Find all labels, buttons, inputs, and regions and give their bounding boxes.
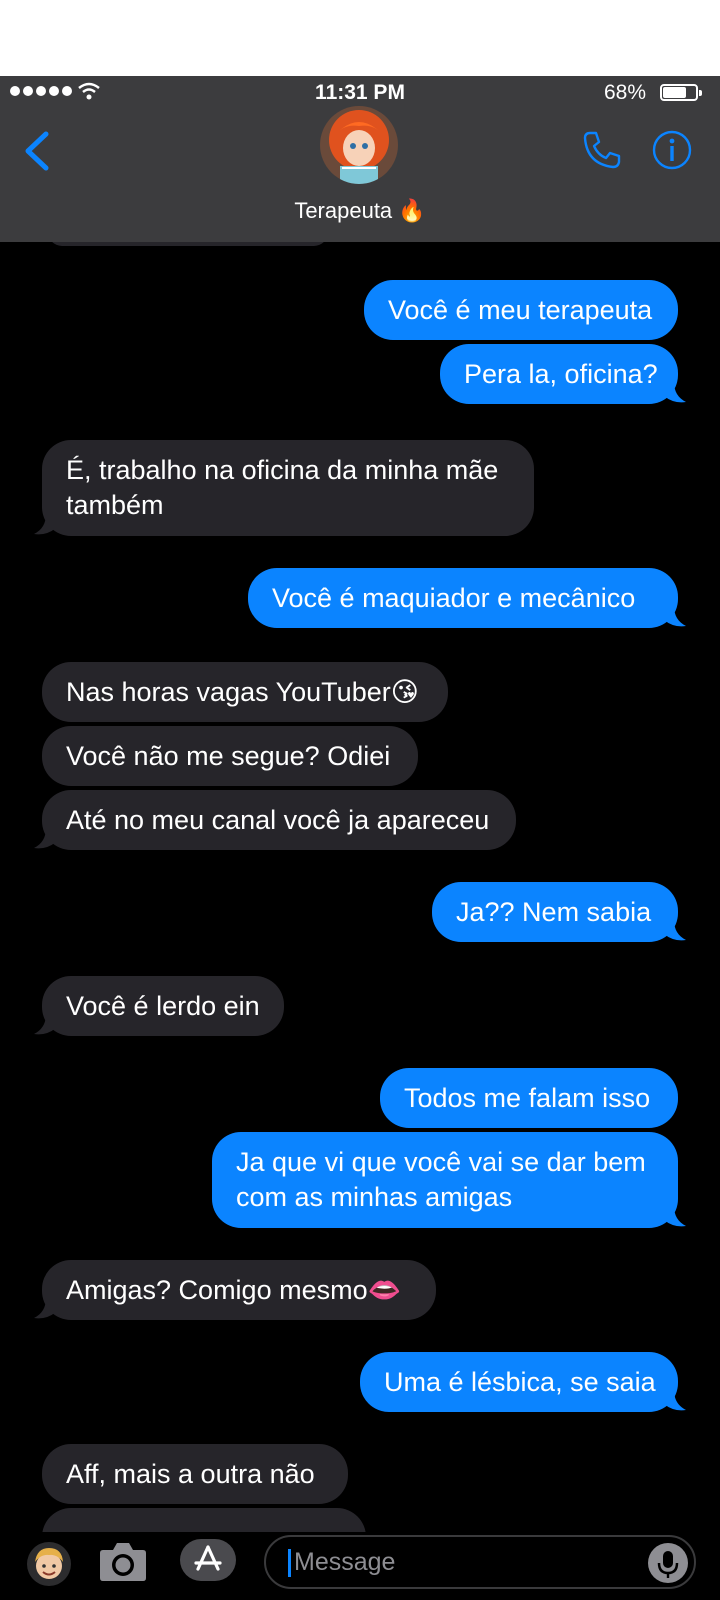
bubble-tail	[34, 1298, 56, 1319]
message-placeholder: Message	[294, 1548, 396, 1576]
message-received[interactable]: Você não me segue? Odiei	[42, 726, 418, 786]
bubble-tail	[664, 382, 686, 403]
message-sent[interactable]: Ja que vi que você vai se dar bem com as…	[212, 1132, 678, 1228]
contact-name[interactable]: Terapeuta 🔥	[0, 198, 720, 224]
message-sent[interactable]: Você é maquiador e mecânico	[248, 568, 678, 628]
clipped-message-bubble	[42, 1508, 366, 1532]
info-icon[interactable]	[652, 130, 692, 170]
battery-icon	[660, 84, 702, 101]
message-sent[interactable]: Uma é lésbica, se saia	[360, 1352, 678, 1412]
camera-icon[interactable]	[99, 1540, 147, 1582]
message-received[interactable]: É, trabalho na oficina da minha mãe tamb…	[42, 440, 534, 536]
message-received[interactable]: Aff, mais a outra não	[42, 1444, 348, 1504]
app-store-icon[interactable]	[180, 1539, 236, 1581]
bubble-tail	[34, 1014, 56, 1035]
message-sent[interactable]: Pera la, oficina?	[440, 344, 678, 404]
clipped-message-bubble	[48, 242, 328, 246]
bubble-tail	[34, 828, 56, 849]
message-sent[interactable]: Ja?? Nem sabia	[432, 882, 678, 942]
message-input[interactable]: Message	[264, 1535, 696, 1589]
bubble-tail	[664, 606, 686, 627]
back-chevron-icon[interactable]	[22, 130, 50, 172]
phone-call-icon[interactable]	[582, 130, 622, 170]
conversation-header: 11:31 PM 68% Terapeuta 🔥	[0, 76, 720, 242]
status-bar: 11:31 PM 68%	[0, 76, 720, 110]
contact-avatar[interactable]	[320, 106, 398, 184]
microphone-button[interactable]	[648, 1543, 688, 1583]
bubble-tail	[664, 1390, 686, 1411]
battery-percentage: 68%	[603, 81, 646, 104]
microphone-icon	[657, 1551, 679, 1578]
message-received[interactable]: Nas horas vagas YouTuber😘	[42, 662, 448, 722]
composer-bar: Message	[0, 1532, 720, 1600]
bubble-tail	[664, 920, 686, 941]
memoji-avatar-icon[interactable]	[27, 1542, 71, 1586]
bubble-tail	[34, 514, 56, 535]
message-received[interactable]: Amigas? Comigo mesmo👄	[42, 1260, 436, 1320]
message-thread[interactable]: Você é meu terapeuta Pera la, oficina? É…	[0, 242, 720, 1532]
message-sent[interactable]: Você é meu terapeuta	[364, 280, 678, 340]
bubble-tail	[664, 1206, 686, 1227]
message-received[interactable]: Você é lerdo ein	[42, 976, 284, 1036]
text-cursor	[288, 1549, 291, 1577]
top-white-band	[0, 0, 720, 76]
message-received[interactable]: Até no meu canal você ja apareceu	[42, 790, 516, 850]
message-sent[interactable]: Todos me falam isso	[380, 1068, 678, 1128]
